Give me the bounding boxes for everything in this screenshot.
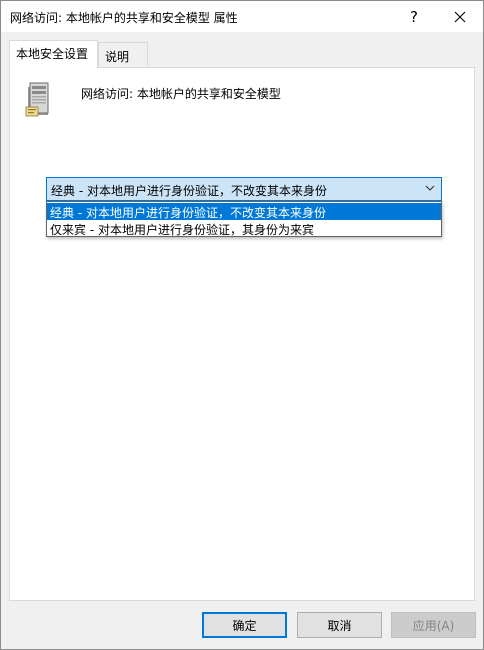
- apply-button[interactable]: 应用(A): [391, 612, 476, 638]
- tab-local-security-setting[interactable]: 本地安全设置: [9, 40, 98, 68]
- tab-panel: 网络访问: 本地帐户的共享和安全模型 经典 - 对本地用户进行身份验证，不改变其…: [9, 67, 475, 601]
- window-title: 网络访问: 本地帐户的共享和安全模型 属性: [10, 11, 238, 25]
- properties-dialog: 网络访问: 本地帐户的共享和安全模型 属性 ? 本地安全设置 说明 网络访问: …: [0, 0, 484, 650]
- close-button[interactable]: [437, 1, 483, 32]
- sharing-model-combobox[interactable]: 经典 - 对本地用户进行身份验证，不改变其本来身份: [46, 177, 442, 201]
- tab-explain[interactable]: 说明: [98, 42, 148, 66]
- combobox-dropdown-list: 经典 - 对本地用户进行身份验证，不改变其本来身份 仅来宾 - 对本地用户进行身…: [46, 201, 442, 237]
- option-classic[interactable]: 经典 - 对本地用户进行身份验证，不改变其本来身份: [47, 203, 441, 220]
- combobox-value: 经典 - 对本地用户进行身份验证，不改变其本来身份: [51, 184, 327, 198]
- policy-name: 网络访问: 本地帐户的共享和安全模型: [81, 87, 281, 101]
- chevron-down-icon[interactable]: [425, 185, 435, 192]
- option-guest-only[interactable]: 仅来宾 - 对本地用户进行身份验证，其身份为来宾: [47, 220, 441, 237]
- title-bar[interactable]: 网络访问: 本地帐户的共享和安全模型 属性 ?: [1, 1, 483, 32]
- ok-button[interactable]: 确定: [202, 612, 287, 638]
- server-policy-icon: [25, 82, 49, 117]
- cancel-button[interactable]: 取消: [297, 612, 382, 638]
- close-icon: [454, 11, 466, 22]
- help-button[interactable]: ?: [391, 1, 437, 32]
- help-icon: ?: [410, 7, 418, 26]
